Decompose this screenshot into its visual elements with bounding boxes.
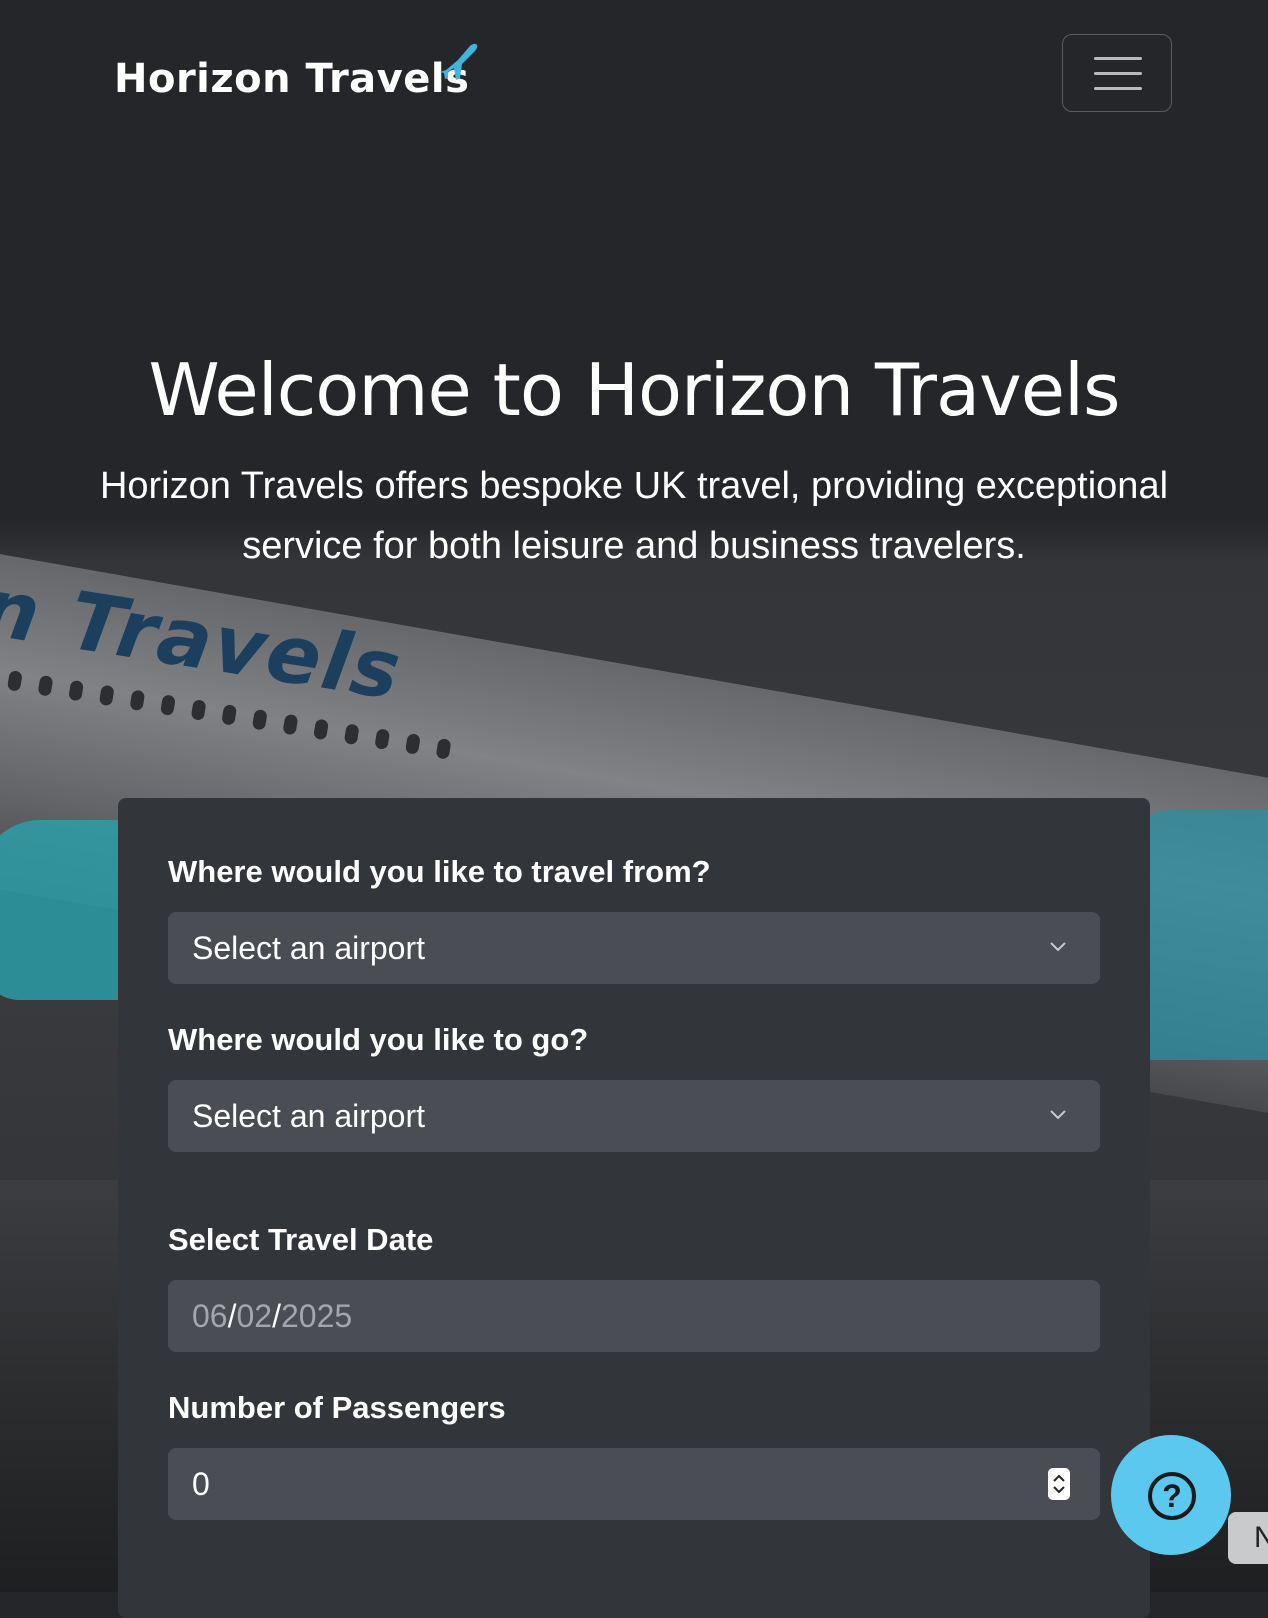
chevron-down-icon <box>1050 1110 1066 1120</box>
side-tab[interactable]: N <box>1228 1512 1268 1564</box>
airplane-engine-left <box>0 820 120 1000</box>
page-title: Welcome to Horizon Travels <box>148 348 1120 432</box>
passengers-label: Number of Passengers <box>168 1390 506 1425</box>
hamburger-icon-bar <box>1094 72 1142 75</box>
hamburger-icon <box>1094 57 1142 60</box>
travel-date-label: Select Travel Date <box>168 1222 434 1257</box>
date-separator: / <box>272 1298 281 1334</box>
hero-subtitle: Horizon Travels offers bespoke UK travel… <box>99 465 1169 567</box>
navbar: Horizon Travels <box>0 0 1268 140</box>
airplane-tail-right <box>1130 810 1268 1060</box>
from-airport-label: Where would you like to travel from? <box>168 854 711 889</box>
travel-date-value: 06/02/2025 <box>192 1298 352 1334</box>
chevron-down-icon <box>1050 942 1066 952</box>
help-button[interactable]: ? <box>1111 1435 1231 1555</box>
hamburger-icon-bar <box>1094 87 1142 90</box>
airplane-icon <box>440 43 478 80</box>
date-year: 2025 <box>280 1298 353 1334</box>
to-airport-select[interactable]: Select an airport <box>168 1080 1100 1152</box>
from-airport-value: Select an airport <box>192 930 426 966</box>
to-airport-label: Where would you like to go? <box>168 1022 589 1057</box>
brand-logo-link[interactable]: Horizon Travels <box>114 56 469 102</box>
from-airport-select[interactable]: Select an airport <box>168 912 1100 984</box>
date-day: 06 <box>192 1298 228 1334</box>
question-icon: ? <box>1148 1472 1196 1520</box>
passengers-input[interactable]: 0 <box>168 1448 1100 1520</box>
date-month: 02 <box>236 1298 273 1334</box>
passengers-value: 0 <box>192 1466 210 1502</box>
to-airport-value: Select an airport <box>192 1098 426 1134</box>
number-stepper-icon[interactable] <box>1048 1468 1070 1500</box>
menu-toggle-button[interactable] <box>1062 34 1172 112</box>
travel-date-input[interactable]: 06/02/2025 <box>168 1280 1100 1352</box>
